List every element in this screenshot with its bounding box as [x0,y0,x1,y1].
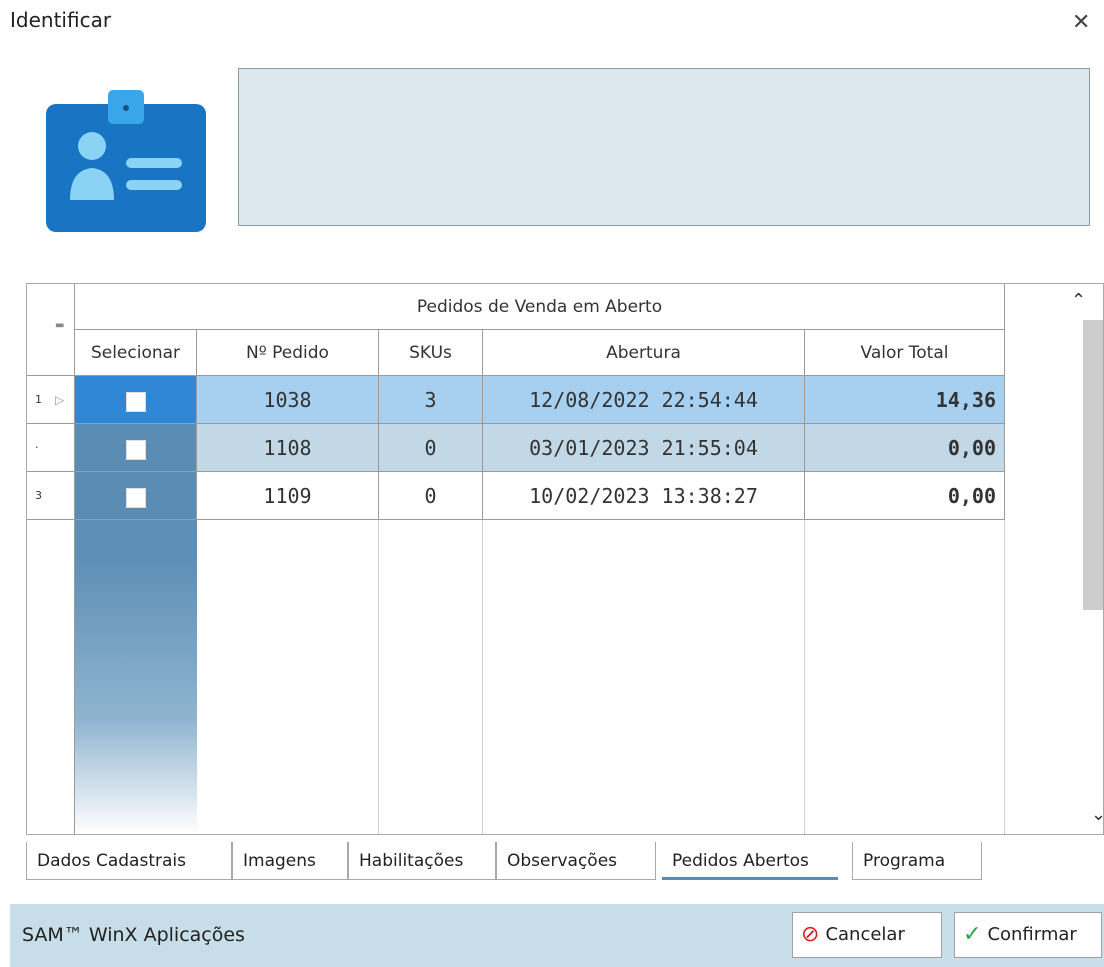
skus-cell[interactable]: 0 [379,424,483,472]
column-header-selecionar[interactable]: Selecionar [75,330,197,376]
row-indicator[interactable]: 1 ▷ [27,376,75,424]
skus-cell[interactable]: 3 [379,376,483,424]
check-icon: ✓ [963,922,982,947]
orders-grid[interactable]: ▬ 1 ▷ · 3 Pedidos de Venda em Aberto Sel… [26,283,1104,835]
valor-total-cell[interactable]: 14,36 [805,376,1005,424]
tab-dados-cadastrais[interactable]: Dados Cadastrais [26,842,232,880]
column-header-skus[interactable]: SKUs [379,330,483,376]
cancel-button[interactable]: ⊘ Cancelar [792,912,942,958]
select-checkbox[interactable] [125,391,146,412]
row-indicator[interactable]: 3 [27,472,75,520]
id-badge-icon [46,90,206,232]
column-header-pedido[interactable]: Nº Pedido [197,330,379,376]
dialog-title: Identificar [10,8,112,32]
tab-strip: Dados Cadastrais Imagens Habilitações Ob… [26,838,1104,884]
row-indicator-column: ▬ 1 ▷ · 3 [27,284,75,834]
skus-cell[interactable]: 0 [379,472,483,520]
tab-pedidos-abertos[interactable]: Pedidos Abertos [662,842,838,880]
select-checkbox[interactable] [125,439,146,460]
abertura-cell[interactable]: 10/02/2023 13:38:27 [483,472,805,520]
chevron-down-icon: ▬ [55,320,65,331]
customer-info-panel [238,68,1090,226]
chevron-down-icon[interactable]: ⌄ [1091,804,1103,825]
chevron-up-icon[interactable]: ⌃ [1071,290,1086,311]
pedido-cell[interactable]: 1038 [197,376,379,424]
select-checkbox-cell[interactable] [75,424,197,472]
abertura-cell[interactable]: 03/01/2023 21:55:04 [483,424,805,472]
scrollbar-thumb[interactable] [1083,320,1103,610]
vertical-scrollbar[interactable]: ⌃ ⌄ [1055,284,1103,834]
valor-total-cell[interactable]: 0,00 [805,424,1005,472]
tab-habilitacoes[interactable]: Habilitações [348,842,496,880]
confirm-button[interactable]: ✓ Confirmar [954,912,1102,958]
select-checkbox-cell[interactable] [75,472,197,520]
footer-bar: SAM™ WinX Aplicações ⊘ Cancelar ✓ Confirma… [10,904,1104,967]
grid-band-title: Pedidos de Venda em Aberto [75,284,1005,330]
select-checkbox[interactable] [125,487,146,508]
tab-imagens[interactable]: Imagens [232,842,348,880]
column-header-valor-total[interactable]: Valor Total [805,330,1005,376]
select-checkbox-cell[interactable] [75,376,197,424]
column-header-abertura[interactable]: Abertura [483,330,805,376]
abertura-cell[interactable]: 12/08/2022 22:54:44 [483,376,805,424]
valor-total-cell[interactable]: 0,00 [805,472,1005,520]
tab-programa[interactable]: Programa [852,842,982,880]
brand-label: SAM™ WinX Aplicações [22,924,245,946]
pedido-cell[interactable]: 1108 [197,424,379,472]
indicator-header[interactable]: ▬ [27,284,75,376]
pedido-cell[interactable]: 1109 [197,472,379,520]
row-indicator[interactable]: · [27,424,75,472]
close-icon[interactable]: ✕ [1072,10,1090,35]
current-row-icon: ▷ [55,393,65,407]
cancel-icon: ⊘ [801,922,820,947]
tab-observacoes[interactable]: Observações [496,842,656,880]
